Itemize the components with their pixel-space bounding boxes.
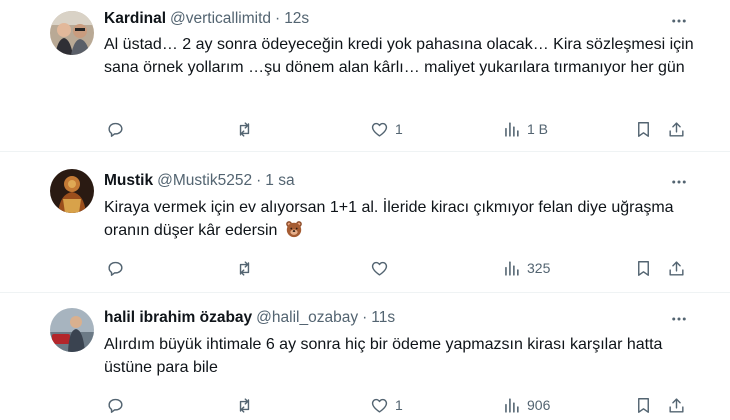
like-count: 1	[395, 121, 403, 137]
views-count: 1 B	[527, 121, 549, 137]
tweet-text-content: Alırdım büyük ihtimale 6 ay sonra hiç bi…	[104, 336, 663, 376]
share-button[interactable]	[667, 256, 686, 280]
heart-icon	[371, 261, 388, 276]
like-count: 1	[395, 397, 403, 413]
bookmark-icon	[638, 397, 649, 413]
tweet-text-content: Kiraya vermek için ev alıyorsan 1+1 al. …	[104, 199, 674, 239]
tweet-text: Alırdım büyük ihtimale 6 ay sonra hiç bi…	[104, 333, 694, 379]
heart-icon	[371, 122, 388, 137]
action-bar: 1 906	[0, 393, 730, 417]
views-icon	[505, 260, 519, 276]
share-icon	[669, 260, 684, 276]
share-button[interactable]	[667, 117, 686, 141]
avatar[interactable]	[50, 11, 94, 55]
tweet-text-content: Al üstad… 2 ay sonra ödeyeceğin kredi yo…	[104, 36, 694, 76]
bookmark-button[interactable]	[634, 117, 653, 141]
reply-button[interactable]	[106, 393, 131, 417]
reply-icon	[108, 398, 123, 413]
separator: ·	[362, 309, 368, 326]
timestamp[interactable]: 12s	[284, 10, 309, 28]
reply-icon	[108, 261, 123, 276]
author-handle[interactable]: @Mustik5252	[157, 172, 252, 190]
tweet-header: halil ibrahim özabay @halil_ozabay · 11s	[104, 307, 395, 329]
retweet-button[interactable]	[235, 393, 260, 417]
reply-icon	[108, 122, 123, 137]
action-bar: 325	[0, 256, 730, 280]
retweet-button[interactable]	[235, 256, 260, 280]
views-button[interactable]: 906	[502, 393, 550, 417]
share-button[interactable]	[667, 393, 686, 417]
retweet-icon	[239, 121, 250, 137]
separator: ·	[256, 172, 262, 189]
tweet-header: Kardinal @verticallimitd · 12s	[104, 8, 309, 30]
reply-button[interactable]	[106, 117, 131, 141]
action-bar: 1 1 B	[0, 117, 730, 141]
bookmark-button[interactable]	[634, 393, 653, 417]
like-button[interactable]: 1	[370, 117, 403, 141]
author-name[interactable]: Mustik	[104, 172, 153, 190]
more-icon[interactable]	[668, 10, 690, 32]
like-button[interactable]	[370, 256, 395, 280]
timestamp[interactable]: 11s	[371, 309, 395, 327]
timestamp[interactable]: 1 sa	[265, 172, 294, 190]
author-name[interactable]: Kardinal	[104, 10, 166, 28]
bookmark-icon	[638, 260, 649, 276]
like-button[interactable]: 1	[370, 393, 403, 417]
tweet[interactable]: Kardinal @verticallimitd · 12s Al üstad……	[0, 0, 730, 151]
avatar[interactable]	[50, 169, 94, 213]
avatar[interactable]	[50, 308, 94, 352]
share-icon	[669, 121, 684, 137]
author-handle[interactable]: @verticallimitd	[170, 10, 271, 28]
tweet[interactable]: halil ibrahim özabay @halil_ozabay · 11s…	[0, 293, 730, 420]
views-count: 325	[527, 260, 551, 276]
share-icon	[669, 397, 684, 413]
author-handle[interactable]: @halil_ozabay	[256, 309, 358, 327]
bookmark-icon	[638, 121, 649, 137]
heart-icon	[371, 398, 388, 413]
more-icon[interactable]	[668, 308, 690, 330]
retweet-icon	[239, 397, 250, 413]
tweet-text: Kiraya vermek için ev alıyorsan 1+1 al. …	[104, 196, 694, 242]
views-button[interactable]: 1 B	[502, 117, 548, 141]
views-count: 906	[527, 397, 551, 413]
views-icon	[505, 397, 519, 413]
separator: ·	[275, 10, 281, 27]
views-icon	[505, 121, 519, 137]
retweet-icon	[239, 260, 250, 276]
tweet-text: Al üstad… 2 ay sonra ödeyeceğin kredi yo…	[104, 33, 694, 79]
more-icon[interactable]	[668, 171, 690, 193]
tweet[interactable]: Mustik @Mustik5252 · 1 sa Kiraya vermek …	[0, 152, 730, 292]
author-name[interactable]: halil ibrahim özabay	[104, 309, 252, 327]
bookmark-button[interactable]	[634, 256, 653, 280]
tweet-header: Mustik @Mustik5252 · 1 sa	[104, 170, 295, 192]
retweet-button[interactable]	[235, 117, 260, 141]
views-button[interactable]: 325	[502, 256, 550, 280]
bear-face-icon	[285, 220, 303, 238]
reply-button[interactable]	[106, 256, 131, 280]
